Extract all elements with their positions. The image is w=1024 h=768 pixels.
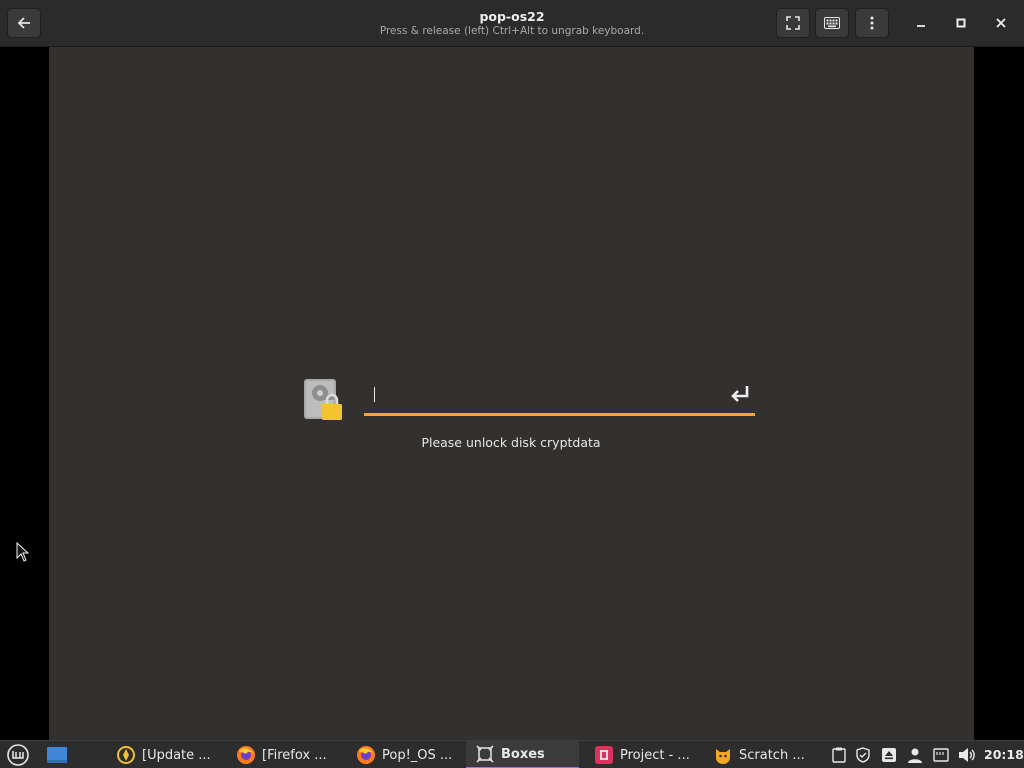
minimize-icon [917,25,925,27]
maximize-button[interactable] [949,10,973,36]
minimize-button[interactable] [909,10,933,36]
vm-screen[interactable]: Please unlock disk cryptdata [49,47,974,740]
project-icon [594,745,614,765]
kebab-menu-icon [870,16,874,30]
title-area: pop-os22 Press & release (left) Ctrl+Alt… [300,9,724,38]
taskbar: [Update ... [Firefox ... Pop!_OS ... Box… [0,740,1024,768]
clipboard-icon[interactable] [830,746,848,764]
task-boxes[interactable]: Boxes [466,741,579,768]
volume-icon[interactable] [958,746,976,764]
close-button[interactable] [989,10,1013,36]
task-project[interactable]: Project - ... [592,741,702,768]
arrow-left-icon [17,17,30,29]
unlock-prompt: Please unlock disk cryptdata [421,435,601,450]
close-icon [996,18,1006,28]
maximize-icon [956,18,966,28]
task-firefox-2[interactable]: Pop!_OS ... [354,741,464,768]
text-caret [374,387,375,402]
shield-icon[interactable] [854,746,872,764]
task-label: Project - ... [620,747,690,763]
task-update-manager[interactable]: [Update ... [114,741,224,768]
menu-button[interactable] [855,8,889,38]
enter-icon[interactable] [729,383,751,405]
header-bar: pop-os22 Press & release (left) Ctrl+Alt… [0,0,1024,47]
task-label: Pop!_OS ... [382,747,453,763]
scratch-icon [713,745,733,765]
window-title: pop-os22 [479,9,545,24]
firefox-icon [356,745,376,765]
task-firefox-1[interactable]: [Firefox ... [234,741,344,768]
keyboard-button[interactable] [815,8,849,38]
network-icon[interactable] [932,746,950,764]
eject-icon[interactable] [880,746,898,764]
fullscreen-button[interactable] [776,8,810,38]
encrypted-disk-icon [304,378,344,422]
window-subtitle: Press & release (left) Ctrl+Alt to ungra… [379,25,645,37]
task-label: [Firefox ... [262,747,327,763]
mouse-pointer-icon [16,541,30,562]
fullscreen-icon [786,16,800,30]
keyboard-icon [824,17,840,29]
vm-display[interactable]: Please unlock disk cryptdata [0,47,1024,740]
back-button[interactable] [7,8,41,38]
update-manager-icon [116,745,136,765]
firefox-icon [236,745,256,765]
show-desktop-icon[interactable] [45,744,69,766]
password-field[interactable] [364,377,755,416]
clock[interactable]: 20:18 [984,747,1024,762]
task-scratch[interactable]: Scratch ... [711,741,821,768]
mint-menu-icon[interactable] [5,744,31,766]
task-label: Boxes [501,746,545,762]
task-label: [Update ... [142,747,211,763]
task-label: Scratch ... [739,747,805,763]
user-icon[interactable] [906,746,924,764]
boxes-icon [475,744,495,764]
